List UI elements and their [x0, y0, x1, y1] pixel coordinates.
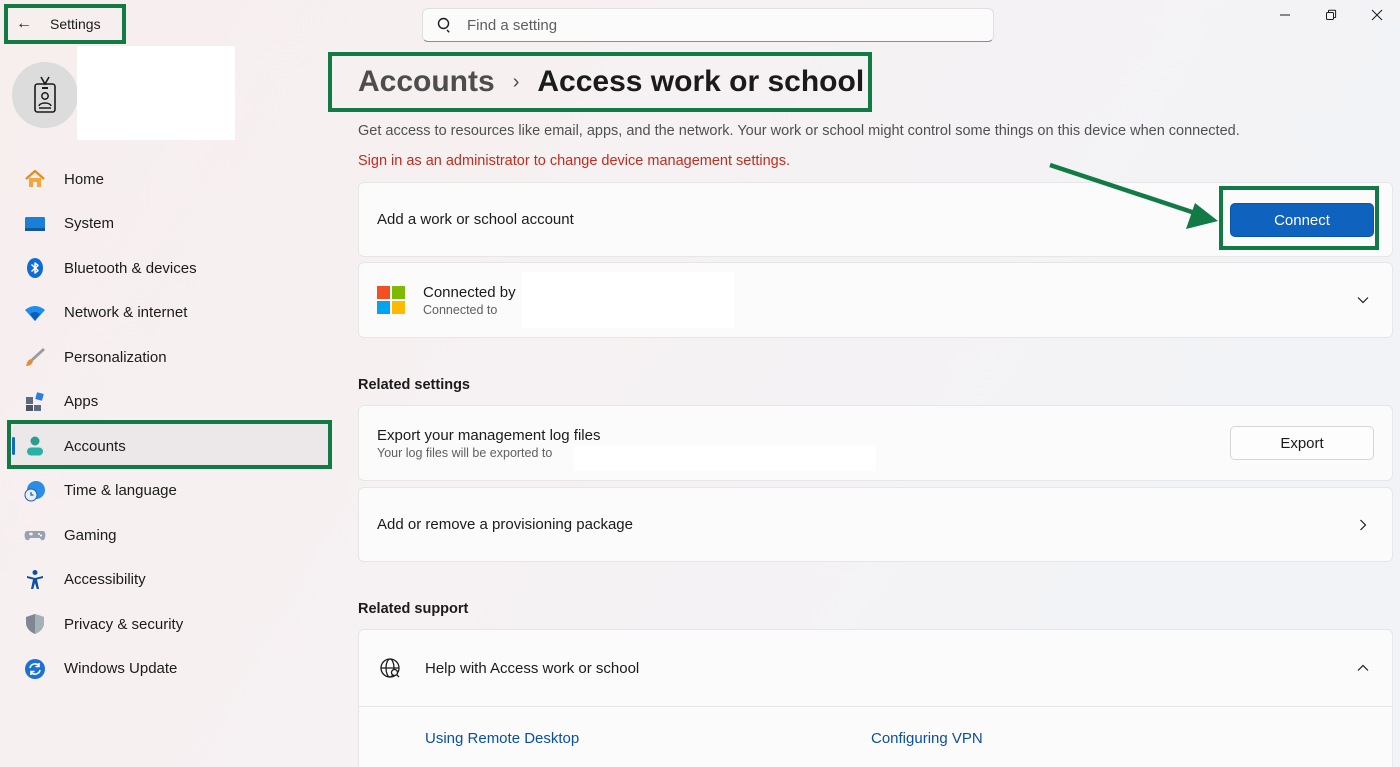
avatar[interactable]: [12, 62, 78, 128]
sidebar-item-label: Accessibility: [64, 571, 146, 589]
sidebar-item-system[interactable]: System: [12, 202, 330, 247]
sidebar-item-privacy-security[interactable]: Privacy & security: [12, 602, 330, 647]
configuring-vpn-link[interactable]: Configuring VPN: [871, 730, 983, 747]
sidebar-item-label: Time & language: [64, 482, 177, 500]
sidebar-nav: Home System Bluetooth & devices Network …: [12, 157, 330, 691]
bluetooth-icon: [27, 258, 43, 279]
sidebar-item-label: Home: [64, 170, 105, 188]
sidebar-item-home[interactable]: Home: [12, 157, 330, 202]
help-card: Help with Access work or school Using Re…: [358, 629, 1393, 767]
sidebar-item-apps[interactable]: Apps: [12, 380, 330, 425]
breadcrumb-separator-icon: ›: [512, 70, 520, 93]
remote-desktop-link[interactable]: Using Remote Desktop: [425, 730, 579, 747]
person-icon: [27, 436, 43, 456]
sidebar-item-label: Accounts: [64, 437, 126, 455]
chevron-down-icon: [1357, 297, 1369, 304]
wifi-icon: [25, 305, 45, 321]
sidebar-item-time-language[interactable]: Time & language: [12, 469, 330, 514]
update-icon: [25, 658, 45, 679]
shield-icon: [26, 614, 44, 635]
provisioning-package-label: Add or remove a provisioning package: [377, 516, 633, 533]
user-info-redacted: [77, 46, 235, 140]
page-description: Get access to resources like email, apps…: [358, 123, 1240, 139]
help-title: Help with Access work or school: [425, 659, 640, 677]
sidebar-item-label: System: [64, 215, 115, 233]
sidebar-item-label: Windows Update: [64, 660, 178, 678]
export-button[interactable]: Export: [1230, 426, 1374, 460]
close-button[interactable]: [1354, 0, 1400, 30]
related-settings-heading: Related settings: [358, 377, 470, 393]
chevron-right-icon: [1360, 519, 1367, 530]
sidebar-item-personalization[interactable]: Personalization: [12, 335, 330, 380]
export-logs-subtitle: Your log files will be exported to: [377, 445, 553, 460]
minimize-button[interactable]: [1262, 0, 1308, 30]
sidebar-item-label: Privacy & security: [64, 615, 184, 633]
admin-warning: Sign in as an administrator to change de…: [358, 153, 791, 169]
sidebar-item-label: Personalization: [64, 348, 167, 366]
globe-icon: [380, 658, 400, 678]
search-icon: [437, 17, 450, 33]
related-support-heading: Related support: [358, 601, 469, 617]
export-logs-title: Export your management log files: [377, 426, 601, 444]
breadcrumb-parent[interactable]: Accounts: [358, 65, 495, 99]
sidebar-item-gaming[interactable]: Gaming: [12, 513, 330, 558]
connected-account-card[interactable]: Connected by Connected to: [358, 262, 1393, 338]
sidebar-item-accessibility[interactable]: Accessibility: [12, 558, 330, 603]
connect-button[interactable]: Connect: [1230, 203, 1374, 237]
help-header[interactable]: Help with Access work or school: [359, 630, 1392, 706]
page-title: Access work or school: [537, 65, 865, 98]
minimize-icon: [1280, 14, 1290, 16]
apps-icon: [26, 391, 44, 411]
sidebar-item-label: Network & internet: [64, 304, 188, 322]
close-icon: [1371, 9, 1383, 21]
sidebar-item-accounts[interactable]: Accounts: [12, 424, 330, 469]
sidebar-item-windows-update[interactable]: Windows Update: [12, 647, 330, 692]
controller-icon: [24, 531, 46, 541]
sidebar-item-label: Apps: [64, 393, 99, 411]
connected-account-subtitle: Connected to: [423, 302, 498, 317]
id-badge-icon: [34, 76, 56, 113]
breadcrumb: Accounts › Access work or school: [328, 52, 872, 112]
back-arrow-icon: ←: [16, 15, 32, 32]
provisioning-package-card[interactable]: Add or remove a provisioning package: [358, 487, 1393, 562]
sidebar-item-bluetooth[interactable]: Bluetooth & devices: [12, 246, 330, 291]
search-box[interactable]: [422, 8, 994, 42]
chevron-up-icon: [1357, 664, 1369, 671]
add-account-card: Add a work or school account Connect: [358, 182, 1393, 257]
system-icon: [25, 216, 45, 231]
microsoft-logo-icon: [377, 286, 405, 314]
sidebar-item-label: Bluetooth & devices: [64, 259, 197, 277]
add-account-label: Add a work or school account: [377, 211, 574, 228]
search-input[interactable]: [467, 16, 947, 34]
connected-account-redacted: [522, 272, 734, 328]
restore-button[interactable]: [1308, 0, 1354, 30]
sidebar-item-network[interactable]: Network & internet: [12, 291, 330, 336]
globe-clock-icon: [24, 480, 45, 502]
export-path-redacted: [574, 445, 876, 471]
divider: [359, 706, 1392, 707]
brush-icon: [26, 348, 45, 367]
app-title: Settings: [50, 16, 101, 32]
home-icon: [25, 170, 45, 188]
accessibility-icon: [27, 569, 43, 589]
restore-icon: [1326, 9, 1337, 20]
back-button[interactable]: ← Settings: [4, 4, 126, 44]
window-controls: [1262, 0, 1400, 30]
sidebar-item-label: Gaming: [64, 526, 117, 544]
connected-account-title: Connected by: [423, 283, 516, 301]
